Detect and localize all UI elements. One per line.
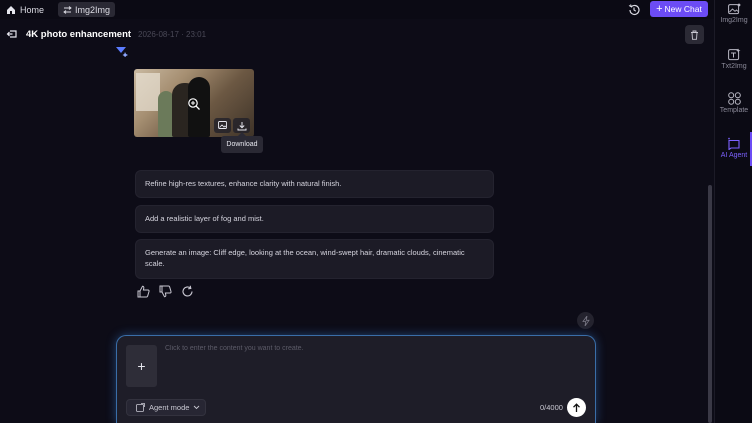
sidebar-item-template[interactable]: Template (715, 92, 752, 114)
sidebar-item-txt2img[interactable]: Txt2Img (715, 48, 752, 70)
thumbs-up-button[interactable] (137, 285, 150, 298)
plus-icon: + (137, 358, 146, 374)
template-grid-icon (727, 92, 741, 105)
edit-image-button[interactable] (214, 118, 231, 133)
download-icon (237, 121, 246, 130)
delete-chat-button[interactable] (685, 25, 704, 44)
top-bar: Home Img2Img + New Chat (0, 0, 752, 19)
swap-icon (63, 5, 72, 14)
new-chat-label: New Chat (664, 4, 702, 14)
chat-header: 4K photo enhancement 2026-08-17 · 23:01 (0, 19, 712, 49)
scrollbar-thumb[interactable] (708, 185, 712, 423)
prompt-input[interactable] (165, 345, 585, 385)
tab-img2img[interactable]: Img2Img (58, 2, 116, 17)
home-label: Home (20, 4, 45, 15)
home-button[interactable]: Home (6, 5, 44, 15)
chat-title: 4K photo enhancement (26, 29, 132, 40)
suggestion-item[interactable]: Add a realistic layer of fog and mist. (135, 205, 494, 233)
agent-sparkle-icon (116, 45, 128, 58)
thumbs-down-icon (159, 285, 172, 298)
quick-action-button[interactable] (577, 312, 594, 329)
back-icon (6, 30, 17, 38)
back-button[interactable] (6, 28, 18, 40)
zoom-button[interactable] (187, 97, 201, 111)
suggestion-item[interactable]: Refine high-res textures, enhance clarit… (135, 170, 494, 198)
refresh-icon (182, 285, 193, 297)
history-button[interactable] (627, 3, 641, 17)
right-sidebar: Img2Img Txt2Img Template AI Agent (714, 0, 752, 423)
sidebar-item-label: Txt2Img (721, 63, 747, 70)
add-attachment-button[interactable]: + (126, 345, 157, 387)
sidebar-item-img2img[interactable]: Img2Img (715, 3, 752, 24)
sidebar-item-ai-agent[interactable]: AI Agent (715, 137, 752, 159)
thumbs-up-icon (137, 285, 150, 298)
sidebar-item-label: AI Agent (720, 152, 748, 159)
download-button[interactable] (233, 118, 250, 133)
ai-agent-icon (728, 137, 740, 150)
chevron-down-icon (194, 405, 200, 410)
regenerate-button[interactable] (181, 285, 194, 298)
image-edit-icon (217, 121, 227, 129)
lightning-icon (581, 315, 590, 326)
chat-timestamp: 2026-08-17 · 23:01 (138, 30, 207, 39)
image-window-area (136, 73, 160, 111)
mode-select[interactable]: Agent mode (126, 399, 206, 416)
home-icon (7, 5, 15, 14)
new-chat-button[interactable]: + New Chat (650, 1, 708, 17)
plus-icon: + (656, 2, 663, 15)
trash-icon (691, 30, 698, 40)
sidebar-item-label: Template (719, 107, 749, 114)
thumbs-down-button[interactable] (159, 285, 172, 298)
char-count: 0/4000 (540, 403, 563, 412)
history-icon (628, 4, 640, 16)
text-image-icon (727, 48, 740, 61)
image-edit-icon (727, 3, 740, 15)
suggestion-item[interactable]: Generate an image: Cliff edge, looking a… (135, 239, 494, 279)
send-button[interactable] (567, 398, 586, 417)
zoom-in-icon (188, 98, 200, 110)
tab-label: Img2Img (75, 4, 111, 15)
agent-mode-icon (136, 403, 145, 412)
download-tooltip: Download (221, 132, 263, 153)
mode-label: Agent mode (149, 403, 190, 412)
sidebar-item-label: Img2Img (720, 17, 748, 24)
arrow-up-icon (573, 402, 580, 412)
